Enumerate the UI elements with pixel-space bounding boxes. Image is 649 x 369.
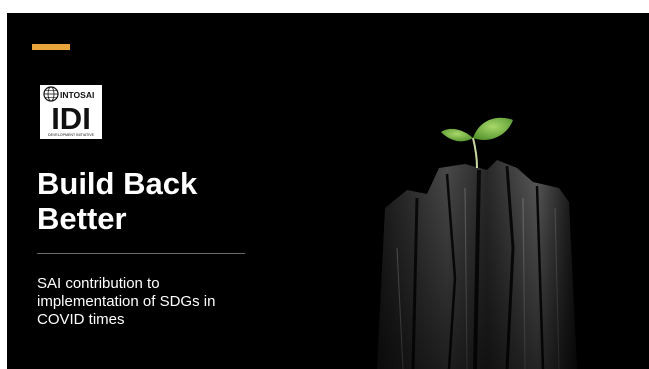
intosai-idi-logo: INTOSAI IDI DEVELOPMENT INITIATIVE xyxy=(40,85,102,139)
subtitle-line: SAI contribution to xyxy=(37,275,160,292)
subtitle-line: COVID times xyxy=(37,311,125,328)
accent-bar xyxy=(32,44,70,50)
title-slide: INTOSAI IDI DEVELOPMENT INITIATIVE Build… xyxy=(7,13,649,369)
sprout-leaf xyxy=(473,117,513,140)
charred-wood-sprout-image xyxy=(347,98,647,369)
title-line: Build Back xyxy=(37,166,198,201)
sprout-leaf xyxy=(441,128,473,142)
slide-subtitle: SAI contribution to implementation of SD… xyxy=(37,275,277,329)
logo-mark: IDI xyxy=(51,101,91,136)
divider xyxy=(37,253,245,254)
globe-icon xyxy=(43,86,59,102)
slide-title: Build Back Better xyxy=(37,166,337,236)
logo-name: INTOSAI xyxy=(60,90,94,100)
logo-tagline: DEVELOPMENT INITIATIVE xyxy=(48,133,95,137)
subtitle-line: implementation of SDGs in xyxy=(37,293,216,310)
title-line: Better xyxy=(37,201,127,236)
